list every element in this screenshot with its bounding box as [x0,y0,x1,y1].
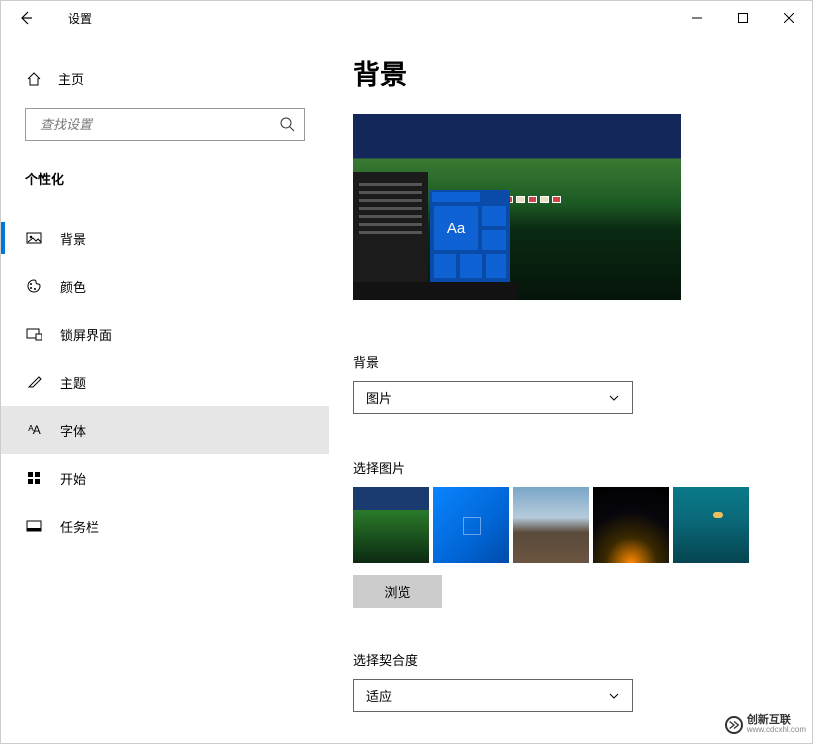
arrow-left-icon [18,10,34,26]
background-type-combo[interactable]: 图片 [353,381,633,414]
minimize-button[interactable] [674,1,720,35]
minimize-icon [692,13,702,23]
search-wrap [25,108,305,141]
close-icon [784,13,794,23]
palette-icon [26,278,42,294]
picture-thumb[interactable] [673,487,749,563]
sidebar-item-label: 锁屏界面 [60,325,112,344]
chevron-down-icon [608,392,620,404]
sidebar-item-label: 任务栏 [60,517,99,536]
sidebar-item-themes[interactable]: 主题 [1,358,329,406]
sidebar-item-label: 颜色 [60,277,86,296]
fit-combo[interactable]: 适应 [353,679,633,712]
combo-value: 图片 [366,388,392,407]
fit-label: 选择契合度 [353,650,812,669]
sidebar-item-label: 开始 [60,469,86,488]
close-button[interactable] [766,1,812,35]
sidebar-item-background[interactable]: 背景 [1,214,329,262]
chevron-down-icon [608,690,620,702]
sidebar-item-lockscreen[interactable]: 锁屏界面 [1,310,329,358]
start-icon [26,470,42,486]
picture-thumb[interactable] [593,487,669,563]
sidebar-item-label: 背景 [60,229,86,248]
taskbar-icon [26,518,42,534]
sidebar-section-title: 个性化 [1,141,329,196]
sidebar-item-taskbar[interactable]: 任务栏 [1,502,329,550]
back-button[interactable] [6,1,46,35]
lockscreen-icon [26,326,42,342]
page-title: 背景 [353,53,812,92]
maximize-icon [738,13,748,23]
picture-thumb[interactable] [433,487,509,563]
browse-button[interactable]: 浏览 [353,575,442,608]
brush-icon [26,374,42,390]
fonts-icon: ᴬA [26,422,42,438]
combo-value: 适应 [366,686,392,705]
sidebar-list: 背景 颜色 锁屏界面 主题 ᴬA [1,214,329,550]
main: 主页 个性化 背景 颜色 [1,35,812,743]
watermark: 创新互联 www.cdcxhl.com [719,712,812,737]
search-input[interactable] [25,108,305,141]
titlebar: 设置 [1,1,812,35]
sidebar-item-label: 字体 [60,421,86,440]
sidebar-item-colors[interactable]: 颜色 [1,262,329,310]
picture-thumb[interactable] [513,487,589,563]
picture-thumbs [353,487,812,563]
sidebar-home[interactable]: 主页 [1,57,329,100]
maximize-button[interactable] [720,1,766,35]
sidebar-item-fonts[interactable]: ᴬA 字体 [1,406,329,454]
window-title: 设置 [68,10,92,27]
background-type-label: 背景 [353,352,812,371]
watermark-url: www.cdcxhl.com [747,726,806,734]
sidebar-item-start[interactable]: 开始 [1,454,329,502]
sidebar-item-label: 主题 [60,373,86,392]
watermark-logo-icon [725,716,743,734]
picture-icon [26,230,42,246]
content: 背景 Aa 背景 图片 选择图片 [329,35,812,743]
search-icon [279,116,295,132]
choose-picture-label: 选择图片 [353,458,812,477]
sidebar: 主页 个性化 背景 颜色 [1,35,329,743]
sidebar-home-label: 主页 [58,69,84,88]
home-icon [26,71,42,87]
picture-thumb[interactable] [353,487,429,563]
background-preview: Aa [353,114,681,300]
